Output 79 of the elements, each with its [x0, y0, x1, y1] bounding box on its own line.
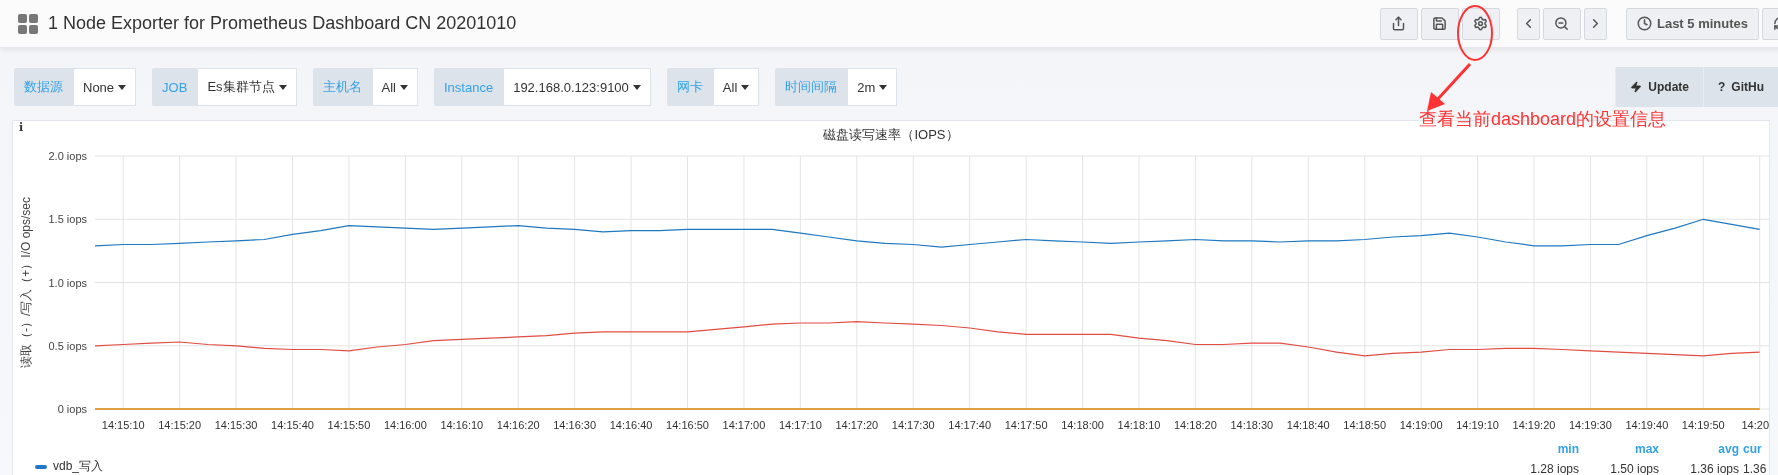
link-button[interactable]: ? GitHu — [1703, 66, 1778, 107]
zoom-out-button[interactable] — [1542, 7, 1581, 40]
legend-value: 1.28 iops — [1529, 462, 1579, 475]
x-axis-label: 14:17:10 — [778, 419, 822, 431]
dashboard-grid-icon[interactable] — [18, 13, 38, 34]
x-axis-label: 14:15:10 — [101, 419, 145, 431]
x-axis-label: 14:15:50 — [327, 419, 371, 431]
panel-title[interactable]: 磁盘读写速率（IOPS） — [823, 121, 959, 141]
variable-dropdown[interactable]: Es集群节点 — [197, 68, 297, 106]
info-icon[interactable]: i — [19, 121, 24, 134]
y-axis-label: 0 iops — [57, 403, 87, 415]
x-axis-label: 14:17:20 — [835, 419, 879, 431]
variable-label: 数据源 — [14, 68, 73, 106]
x-axis-label: 14:16:10 — [440, 419, 484, 431]
share-icon — [1390, 16, 1406, 31]
x-axis-label: 14:18:20 — [1174, 419, 1217, 431]
caret-icon — [400, 84, 408, 90]
variable-label: 时间间隔 — [775, 68, 848, 106]
x-axis-label: 14:16:00 — [383, 419, 427, 431]
x-axis-label: 14:19:30 — [1569, 419, 1612, 431]
highlight-ellipse — [1457, 5, 1493, 61]
y-axis-title: 读取（-）/写入（+）I/O ops/sec — [19, 197, 33, 368]
link-button[interactable]: Update — [1615, 66, 1703, 107]
time-range-button[interactable]: Last 5 minutes — [1625, 7, 1759, 40]
caret-icon — [632, 84, 641, 90]
share-button[interactable] — [1379, 7, 1418, 40]
y-axis-label: 2.0 iops — [48, 150, 87, 162]
legend-value: 1.36 iops — [1689, 462, 1739, 475]
x-axis-label: 14:17:30 — [891, 419, 935, 431]
x-axis-label: 14:18:30 — [1230, 419, 1274, 431]
save-button[interactable] — [1420, 7, 1459, 40]
legend-value: 1.36 — [1742, 462, 1768, 475]
x-axis-label: 14:15:40 — [271, 419, 314, 431]
x-axis-label: 14:18:50 — [1343, 419, 1387, 431]
annotation-arrow — [1427, 63, 1472, 111]
variable-label: JOB — [152, 68, 198, 106]
x-axis-label: 14:16:30 — [553, 419, 597, 431]
x-axis-label: 14:19:10 — [1456, 419, 1499, 431]
variable-dropdown[interactable]: 2m — [847, 68, 898, 106]
variable-dropdown[interactable]: All — [371, 68, 418, 106]
zoom-out-icon — [1553, 16, 1569, 31]
x-axis-label: 14:17:00 — [722, 419, 766, 431]
x-axis-label: 14:16:20 — [496, 419, 540, 431]
x-axis-label: 14:19:00 — [1399, 419, 1443, 431]
legend-label[interactable]: vdb_写入 — [53, 458, 104, 475]
variable-dropdown[interactable]: All — [712, 68, 760, 106]
x-axis-label: 14:16:50 — [666, 419, 709, 431]
dashboard-title[interactable]: 1 Node Exporter for Prometheus Dashboard CN 20201010 — [48, 13, 517, 34]
y-axis-label: 1.5 iops — [48, 213, 87, 226]
variable-label: 网卡 — [666, 68, 713, 106]
variable-label: 主机名 — [312, 68, 372, 106]
y-axis-label: 1.0 iops — [48, 276, 87, 289]
lightning-icon — [1630, 80, 1643, 93]
clock-icon — [1636, 16, 1652, 31]
x-axis-label: 14:18:10 — [1117, 419, 1161, 431]
y-axis-label: 0.5 iops — [48, 339, 87, 352]
caret-icon — [741, 84, 750, 90]
x-axis-label: 14:19:40 — [1625, 419, 1669, 431]
x-axis-label: 14:19:50 — [1681, 419, 1725, 431]
x-axis-label: 14:19:20 — [1512, 419, 1556, 431]
x-axis-label: 14:18:00 — [1061, 419, 1104, 431]
caret-icon — [118, 84, 127, 90]
caret-icon — [278, 84, 287, 90]
legend-value: 1.50 iops — [1609, 462, 1659, 475]
x-axis-label: 14:17:40 — [948, 419, 992, 431]
x-axis-label: 14:15:30 — [214, 419, 258, 431]
save-icon — [1431, 16, 1447, 31]
settings-button[interactable] — [1461, 7, 1500, 40]
x-axis-label: 14:20 — [1741, 419, 1769, 431]
variable-label: Instance — [434, 68, 504, 106]
settings-icon — [1472, 16, 1488, 31]
x-axis-label: 14:17:50 — [1004, 419, 1048, 431]
caret-icon — [879, 84, 888, 90]
x-axis-label: 14:18:40 — [1286, 419, 1330, 431]
annotation-text: 查看当前dashboard的设置信息 — [1419, 108, 1667, 131]
x-axis-label: 14:16:40 — [609, 419, 653, 431]
x-axis-label: 14:15:20 — [158, 419, 202, 431]
variable-dropdown[interactable]: None — [73, 68, 137, 106]
variable-dropdown[interactable]: 192.168.0.123:9100 — [503, 68, 651, 106]
